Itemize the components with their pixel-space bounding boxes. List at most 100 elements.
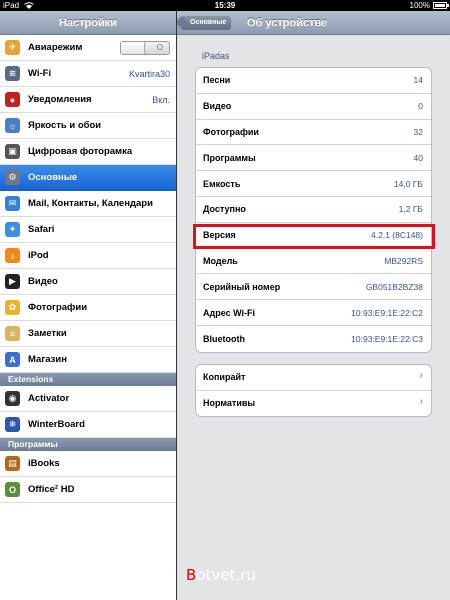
notifications-icon: ● (5, 92, 20, 107)
battery-icon (433, 2, 449, 9)
sidebar-item-office[interactable]: O Office² HD (0, 477, 176, 503)
status-bar: iPad 15:39 100% (0, 0, 450, 11)
info-row-value: 0 (418, 101, 423, 112)
section-header-extensions: Extensions (0, 373, 176, 386)
info-row-label: Серийный номер (203, 281, 281, 292)
info-row-value: 10:93:E9:1E:22:C3 (351, 333, 423, 344)
info-row: Песни 14 (196, 68, 431, 94)
detail-pane: Основные Об устройстве iPadas Песни 14 Вид… (177, 11, 450, 600)
sidebar-item-label: Магазин (28, 354, 67, 365)
airplane-mode-toggle[interactable]: O (120, 41, 170, 55)
sidebar-item-airplane[interactable]: ✈ Авиарежим O (0, 35, 176, 61)
sidebar-item-store[interactable]: A Магазин (0, 347, 176, 373)
sidebar-item-label: Авиарежим (28, 42, 83, 53)
sidebar-item-photos[interactable]: ✿ Фотографии (0, 295, 176, 321)
sidebar-item-label: iPod (28, 250, 49, 261)
gear-icon: ⚙ (5, 170, 20, 185)
sidebar-item-label: Activator (28, 393, 70, 404)
sidebar-item-gear[interactable]: ⚙ Основные (0, 165, 176, 191)
sidebar-item-notifications[interactable]: ● Уведомления Вкл. (0, 87, 176, 113)
sidebar-item-compass[interactable]: ✦ Safari (0, 217, 176, 243)
version-highlight-box (193, 224, 435, 249)
info-row: Модель MB292RS (196, 249, 431, 275)
info-row-value: 32 (413, 126, 423, 137)
detail-title: Об устройстве (247, 17, 328, 29)
about-info-group: Песни 14 Видео 0 Фотографии 32 Программы 40 Емко… (195, 67, 432, 353)
info-row-label: Адрес Wi-Fi (203, 307, 256, 318)
settings-sidebar: Настройки ✈ Авиарежим O ≋ Wi-Fi Kvartira30 ● Ув… (0, 11, 176, 600)
sidebar-item-label: Основные (28, 172, 78, 183)
ipod-icon: ♪ (5, 248, 20, 263)
info-row-label: Видео (203, 101, 232, 112)
battery-percentage: 100% (409, 1, 430, 10)
store-icon: A (5, 352, 20, 367)
info-row-label: Bluetooth (203, 333, 245, 344)
info-row-value: 14 (413, 75, 423, 86)
sidebar-title: Настройки (58, 17, 118, 29)
info-row-value: 40 (413, 152, 423, 163)
chevron-right-icon: › (419, 369, 423, 381)
sidebar-navbar: Настройки (0, 11, 176, 35)
sidebar-item-activator[interactable]: ◉ Activator (0, 386, 176, 412)
info-row: Bluetooth 10:93:E9:1E:22:C3 (196, 326, 431, 352)
sidebar-item-photo-frame[interactable]: ▣ Цифровая фоторамка (0, 139, 176, 165)
sidebar-item-label: Office² HD (28, 484, 75, 495)
info-row-value: MB292RS (384, 255, 423, 266)
sidebar-item-label: Видео (28, 276, 58, 287)
info-row-value: 1,2 ГБ (398, 204, 423, 215)
sidebar-item-label: Яркость и обои (28, 120, 102, 131)
section-header-apps: Программы (0, 438, 176, 451)
extensions-list: ◉ Activator ❄ WinterBoard (0, 386, 176, 438)
sidebar-item-winterboard[interactable]: ❄ WinterBoard (0, 412, 176, 438)
clock: 15:39 (214, 1, 236, 10)
video-icon: ▶ (5, 274, 20, 289)
info-row: Серийный номер GB051B2BZ38 (196, 274, 431, 301)
info-row-value: 14,0 ГБ (393, 178, 423, 189)
settings-list: ✈ Авиарежим O ≋ Wi-Fi Kvartira30 ● Уведомления В… (0, 35, 176, 373)
sidebar-item-value: Вкл. (152, 94, 170, 105)
toggle-knob (121, 42, 145, 54)
link-row-label: Копирайт (203, 372, 246, 383)
sidebar-item-notes[interactable]: ≡ Заметки (0, 321, 176, 347)
chevron-right-icon: › (419, 395, 423, 407)
link-row[interactable]: Нормативы › (196, 391, 431, 417)
info-row-label: Модель (203, 255, 238, 266)
watermark: Botvet.ru (186, 566, 256, 584)
sidebar-item-mail[interactable]: ✉ Mail, Контакты, Календари (0, 191, 176, 217)
sidebar-item-label: WinterBoard (28, 419, 85, 430)
device-name-heading: iPadas (202, 51, 230, 61)
info-row: Доступно 1,2 ГБ (196, 197, 431, 223)
sidebar-item-label: iBooks (28, 458, 60, 469)
info-row: Фотографии 32 (196, 120, 431, 146)
info-row: Видео 0 (196, 94, 431, 120)
office-icon: O (5, 482, 20, 497)
link-row-label: Нормативы (203, 398, 256, 409)
info-row-value: 10:93:E9:1E:22:C2 (351, 307, 423, 318)
sidebar-item-wifi[interactable]: ≋ Wi-Fi Kvartira30 (0, 61, 176, 87)
info-row-label: Программы (203, 152, 256, 163)
ibooks-icon: ▤ (5, 456, 20, 471)
sidebar-item-label: Цифровая фоторамка (28, 146, 133, 157)
activator-icon: ◉ (5, 391, 20, 406)
info-row: Адрес Wi-Fi 10:93:E9:1E:22:C2 (196, 300, 431, 326)
sidebar-item-video[interactable]: ▶ Видео (0, 269, 176, 295)
sidebar-item-label: Wi-Fi (28, 68, 52, 79)
back-button[interactable]: Основные (181, 16, 232, 30)
info-row: Программы 40 (196, 145, 431, 172)
sidebar-item-ipod[interactable]: ♪ iPod (0, 243, 176, 269)
sidebar-item-value: Kvartira30 (128, 68, 170, 79)
info-row-label: Емкость (203, 178, 241, 189)
info-row-label: Песни (203, 75, 231, 86)
sidebar-item-label: Safari (28, 224, 55, 235)
brightness-icon: ☼ (5, 118, 20, 133)
apps-list: ▤ iBooks O Office² HD (0, 451, 176, 503)
sidebar-item-label: Заметки (28, 328, 67, 339)
info-row-label: Доступно (203, 204, 246, 215)
notes-icon: ≡ (5, 326, 20, 341)
sidebar-item-ibooks[interactable]: ▤ iBooks (0, 451, 176, 477)
info-row: Емкость 14,0 ГБ (196, 171, 431, 197)
toggle-state-label: O (156, 43, 163, 52)
sidebar-item-brightness[interactable]: ☼ Яркость и обои (0, 113, 176, 139)
link-row[interactable]: Копирайт › (196, 365, 431, 391)
winterboard-icon: ❄ (5, 417, 20, 432)
